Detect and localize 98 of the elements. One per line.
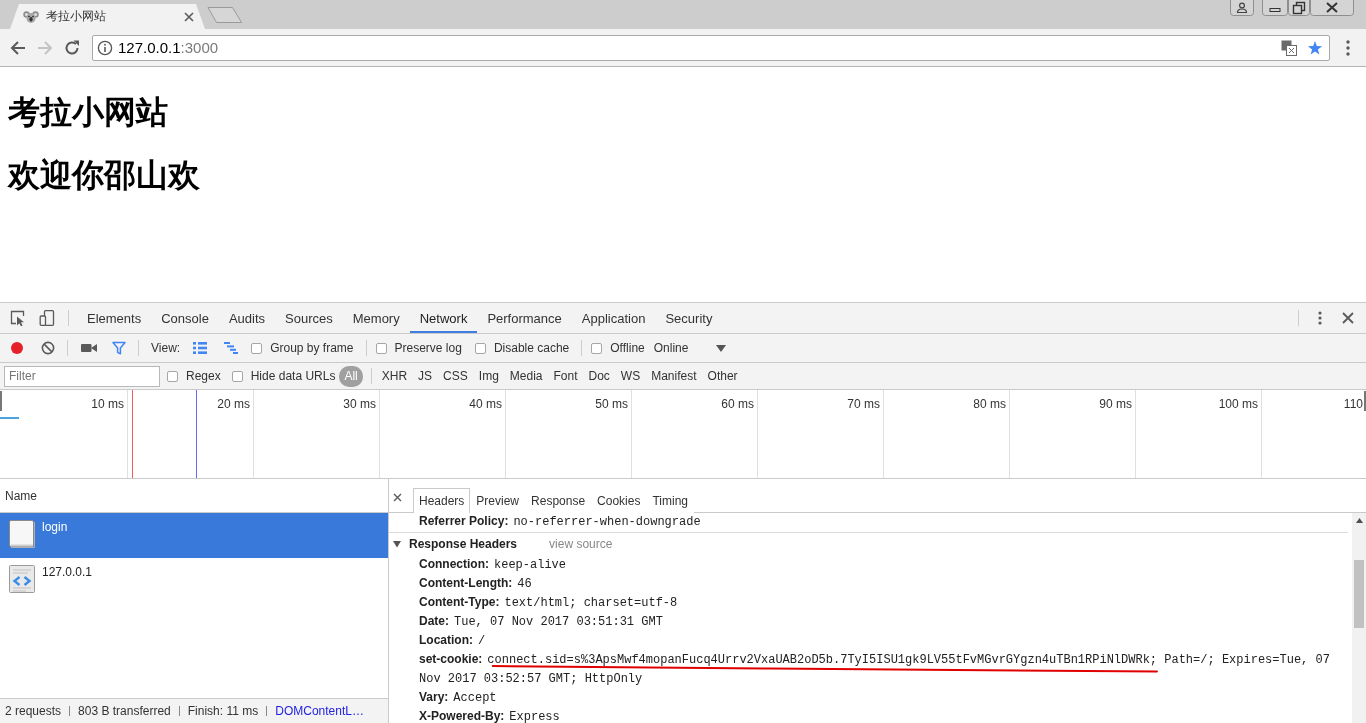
- devtools-tab[interactable]: Memory: [342, 303, 410, 333]
- video-camera-icon[interactable]: [81, 342, 97, 354]
- header-line: Content-Type: text/html; charset=utf-8: [418, 594, 679, 612]
- type-filter-button[interactable]: Font: [548, 365, 583, 387]
- type-filter-button[interactable]: WS: [615, 365, 646, 387]
- tick-label: 20 ms: [217, 397, 250, 411]
- prohibited-icon[interactable]: [41, 341, 55, 355]
- checkbox-label: Hide data URLs: [250, 369, 336, 383]
- browser-tab[interactable]: 考拉小网站: [10, 4, 205, 29]
- person-icon[interactable]: [1230, 0, 1254, 16]
- cursor-in-box-icon[interactable]: [10, 310, 26, 326]
- devtools-tab[interactable]: Performance: [477, 303, 572, 333]
- triangle-down-icon[interactable]: [393, 540, 401, 548]
- url-text: 127.0.0.1:3000: [118, 39, 220, 56]
- triangle-up-icon[interactable]: [1355, 518, 1363, 523]
- phone-and-tablet-icon[interactable]: [39, 310, 55, 326]
- checkbox[interactable]: [167, 370, 178, 382]
- type-filter-button[interactable]: JS: [413, 365, 438, 387]
- code-page-icon: [8, 564, 36, 594]
- close-icon[interactable]: [1342, 312, 1354, 324]
- header-line: Location: /: [418, 632, 487, 650]
- view-label: View:: [151, 341, 181, 355]
- type-filter-button[interactable]: Img: [473, 365, 504, 387]
- info-icon[interactable]: [97, 39, 113, 56]
- type-filter-button[interactable]: Doc: [583, 365, 615, 387]
- type-filter-button[interactable]: XHR: [376, 365, 413, 387]
- header-line: Content-Length: 46: [418, 575, 533, 593]
- checkbox-label: Regex: [186, 369, 221, 383]
- left-arrow-icon[interactable]: [9, 38, 27, 57]
- checkbox[interactable]: [251, 342, 263, 354]
- close-icon[interactable]: [184, 11, 194, 22]
- request-row[interactable]: 127.0.0.1: [0, 558, 388, 603]
- devtools-tab[interactable]: Console: [151, 303, 219, 333]
- checkbox-label: Disable cache: [493, 341, 570, 355]
- tick-label: 110: [1343, 397, 1363, 411]
- checkbox-label: Group by frame: [270, 341, 354, 355]
- checkbox[interactable]: [591, 342, 603, 354]
- status-text: Finish: 11 ms: [187, 704, 259, 718]
- tick-label: 100 ms: [1218, 397, 1258, 411]
- type-filter-button[interactable]: Other: [702, 365, 743, 387]
- funnel-icon[interactable]: [112, 341, 126, 355]
- checkbox[interactable]: [231, 370, 243, 382]
- throttling-dropdown[interactable]: Online: [653, 339, 727, 357]
- status-text: 2 requests: [5, 704, 62, 718]
- stepped-bars-icon[interactable]: [224, 342, 239, 354]
- detail-tab[interactable]: Headers: [413, 488, 471, 513]
- status-text: 803 B transferred: [78, 704, 171, 718]
- section-title: Response Headers: [409, 537, 518, 551]
- range-handle[interactable]: [0, 391, 2, 411]
- tick-label: 70 ms: [847, 397, 880, 411]
- overlapping-squares-icon[interactable]: [1281, 39, 1297, 56]
- menu-icon[interactable]: [1318, 311, 1322, 325]
- header-line: Date: Tue, 07 Nov 2017 03:51:31 GMT: [418, 613, 664, 631]
- range-handle[interactable]: [1364, 391, 1366, 411]
- header-line: Vary: Accept: [418, 689, 498, 707]
- address-bar[interactable]: 127.0.0.1:3000: [92, 34, 1330, 61]
- menu-icon[interactable]: [1346, 39, 1350, 56]
- checkbox-label: Offline: [610, 341, 645, 355]
- devtools-tab[interactable]: Elements: [77, 303, 152, 333]
- request-row[interactable]: login: [0, 513, 388, 558]
- devtools-tab[interactable]: Application: [571, 303, 656, 333]
- tick-label: 60 ms: [721, 397, 754, 411]
- tick-label: 10 ms: [91, 397, 124, 411]
- blank-page-icon: [8, 519, 36, 549]
- header-line: Connection: keep-alive: [418, 556, 567, 574]
- type-filter-button[interactable]: Manifest: [646, 365, 702, 387]
- view-source-link[interactable]: view source: [549, 537, 613, 551]
- list-icon[interactable]: [193, 342, 208, 354]
- tick-label: 90 ms: [1099, 397, 1132, 411]
- close-icon[interactable]: [393, 493, 402, 502]
- type-filter-button[interactable]: CSS: [438, 365, 473, 387]
- restore-icon[interactable]: [1288, 0, 1310, 16]
- minimize-icon[interactable]: [1262, 0, 1288, 16]
- status-text: DOMContentL…: [275, 704, 364, 718]
- circular-arrow-icon[interactable]: [63, 38, 81, 57]
- devtools-tab[interactable]: Sources: [275, 303, 343, 333]
- devtools-tab[interactable]: Security: [655, 303, 723, 333]
- caret-icon: [716, 344, 727, 352]
- scrollbar[interactable]: [1352, 513, 1366, 723]
- tick-label: 50 ms: [595, 397, 628, 411]
- scrollbar-thumb[interactable]: [1354, 560, 1364, 628]
- checkbox[interactable]: [375, 342, 387, 354]
- star-icon[interactable]: [1307, 39, 1323, 56]
- devtools-tab[interactable]: Audits: [218, 303, 276, 333]
- koala-icon: [23, 9, 39, 24]
- type-filter-button[interactable]: Media: [504, 365, 548, 387]
- filter-input[interactable]: Filter: [4, 365, 160, 387]
- header-line: set-cookie: connect.sid=s%3ApsMwf4mopanFucq4Urrv2VxaUAB2oD5b.7TyI5ISU1gk9LV55tFvMGvrGYgzn4uTBn1RPiNlDWRk; Path=/; Expires=Tue, 07 Nov 2017 03:52:57 GMT; HttpOnly: [418, 651, 1331, 688]
- header-line: Referrer Policy: no-referrer-when-downgrade: [419, 513, 702, 530]
- tick-label: 80 ms: [973, 397, 1006, 411]
- filled-circle-icon[interactable]: [10, 341, 24, 355]
- checkbox-label: Preserve log: [394, 341, 462, 355]
- page-heading: 欢迎你邵山欢: [8, 156, 200, 195]
- checkbox[interactable]: [474, 342, 486, 354]
- tick-label: 30 ms: [343, 397, 376, 411]
- tick-label: 40 ms: [469, 397, 502, 411]
- page-heading: 考拉小网站: [8, 93, 168, 132]
- header-line: X-Powered-By: Express: [418, 708, 561, 723]
